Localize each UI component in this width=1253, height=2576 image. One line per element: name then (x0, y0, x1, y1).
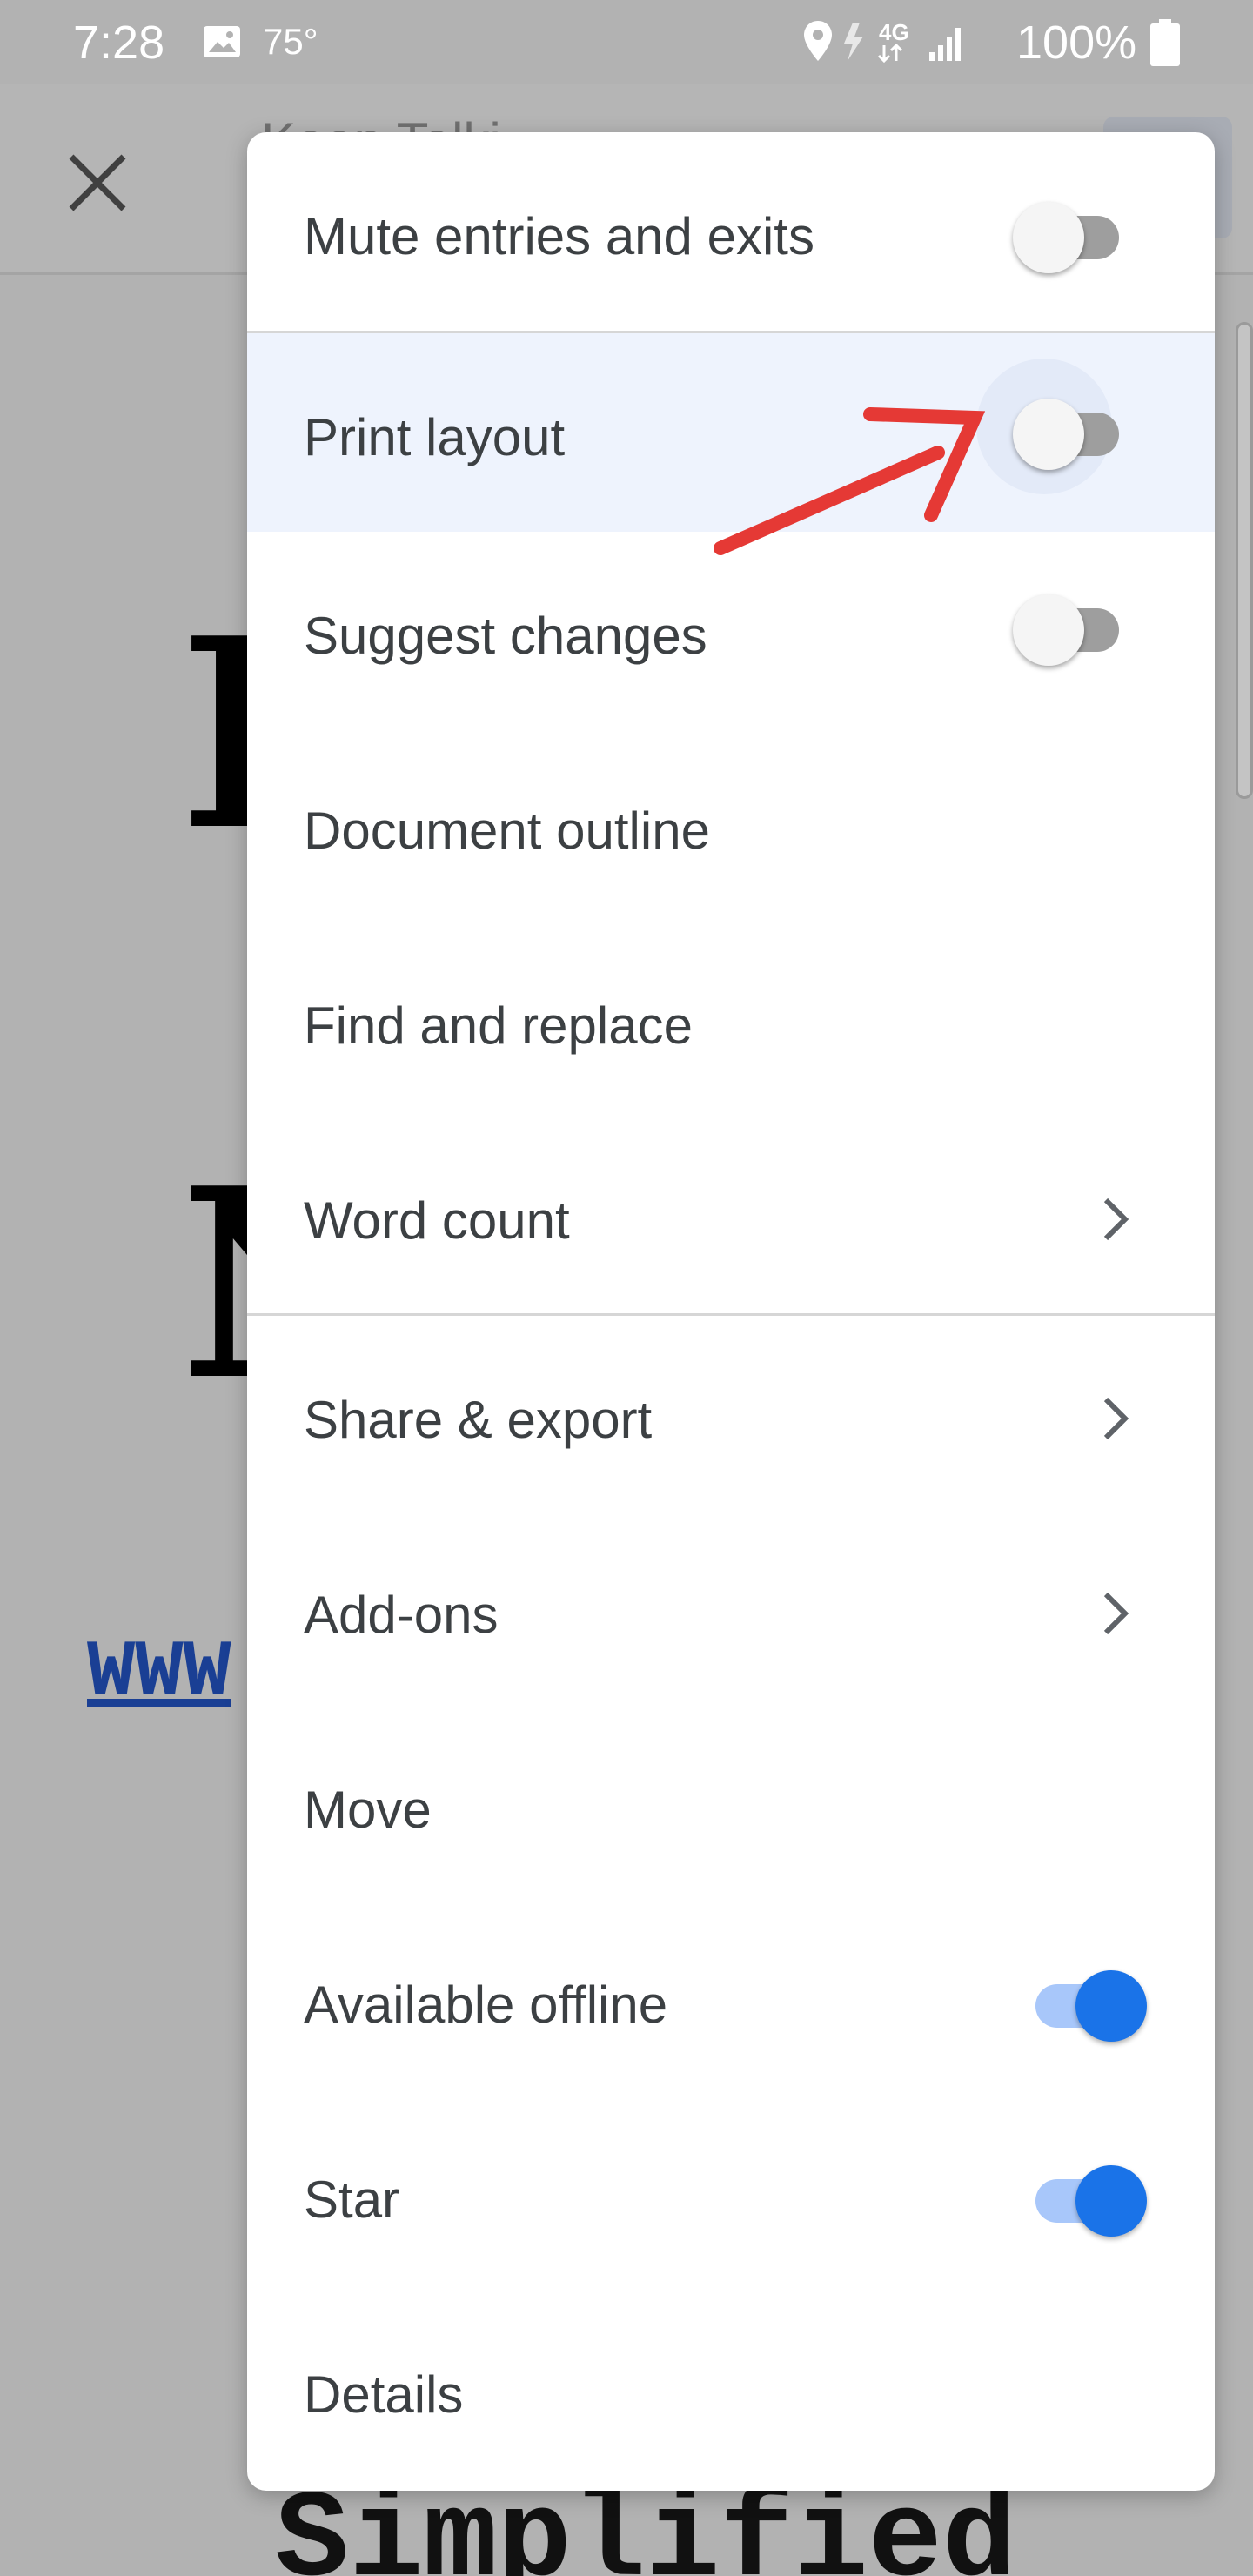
menu-item-label: Word count (304, 1191, 570, 1250)
annotation-arrow-icon (714, 407, 986, 555)
menu-item-word-count[interactable]: Word count (247, 1117, 1215, 1311)
menu-item-label: Available offline (304, 1976, 668, 2034)
status-bar: 7:28 75° 4G 100% (0, 0, 1253, 84)
chevron-right-icon (1103, 1197, 1129, 1241)
available-offline-toggle[interactable] (1009, 1962, 1149, 2045)
battery-icon (1150, 19, 1180, 66)
menu-item-add-ons[interactable]: Add-ons (247, 1511, 1215, 1706)
menu-item-label: Print layout (304, 408, 566, 466)
image-icon (204, 26, 240, 57)
print-layout-toggle[interactable] (1009, 390, 1149, 473)
menu-item-document-outline[interactable]: Document outline (247, 727, 1215, 922)
menu-item-label: Document outline (304, 802, 710, 860)
menu-item-label: Find and replace (304, 996, 693, 1055)
menu-item-available-offline[interactable]: Available offline (247, 1901, 1215, 2096)
menu-item-label: Add-ons (304, 1586, 499, 1644)
menu-item-label: Move (304, 1781, 432, 1839)
menu-item-label: Mute entries and exits (304, 207, 814, 265)
scroll-handle[interactable] (1236, 322, 1253, 799)
menu-item-label: Details (304, 2365, 464, 2424)
star-toggle[interactable] (1009, 2157, 1149, 2240)
close-icon[interactable] (61, 146, 134, 219)
charging-icon (844, 23, 863, 61)
signal-icon (929, 28, 961, 61)
status-right-icons: 4G (804, 19, 961, 64)
toggle-knob (1013, 399, 1084, 470)
menu-item-label: Suggest changes (304, 607, 707, 665)
toggle-knob (1013, 594, 1084, 666)
mute-entries-toggle[interactable] (1009, 193, 1149, 277)
menu-item-label: Share & export (304, 1391, 653, 1449)
lte-icon: 4G (877, 19, 909, 64)
menu-item-find-replace[interactable]: Find and replace (247, 922, 1215, 1117)
chevron-right-icon (1103, 1397, 1129, 1440)
menu-item-details[interactable]: Details (247, 2291, 1215, 2485)
menu-item-move[interactable]: Move (247, 1706, 1215, 1901)
svg-text:4G: 4G (879, 19, 909, 45)
menu-item-mute-entries[interactable]: Mute entries and exits (247, 132, 1215, 327)
suggest-changes-toggle[interactable] (1009, 586, 1149, 669)
status-time: 7:28 (73, 17, 165, 69)
doc-link[interactable]: WWW (87, 1627, 231, 1719)
menu-item-star[interactable]: Star (247, 2096, 1215, 2291)
location-icon (804, 21, 832, 61)
status-battery: 100% (1016, 17, 1137, 69)
toggle-knob (1075, 2165, 1147, 2237)
menu-item-share-export[interactable]: Share & export (247, 1316, 1215, 1511)
menu-item-label: Star (304, 2170, 400, 2229)
toggle-knob (1013, 202, 1084, 273)
chevron-right-icon (1103, 1592, 1129, 1635)
menu-item-suggest-changes[interactable]: Suggest changes (247, 532, 1215, 727)
status-temperature: 75° (263, 21, 318, 62)
toggle-knob (1075, 1970, 1147, 2042)
